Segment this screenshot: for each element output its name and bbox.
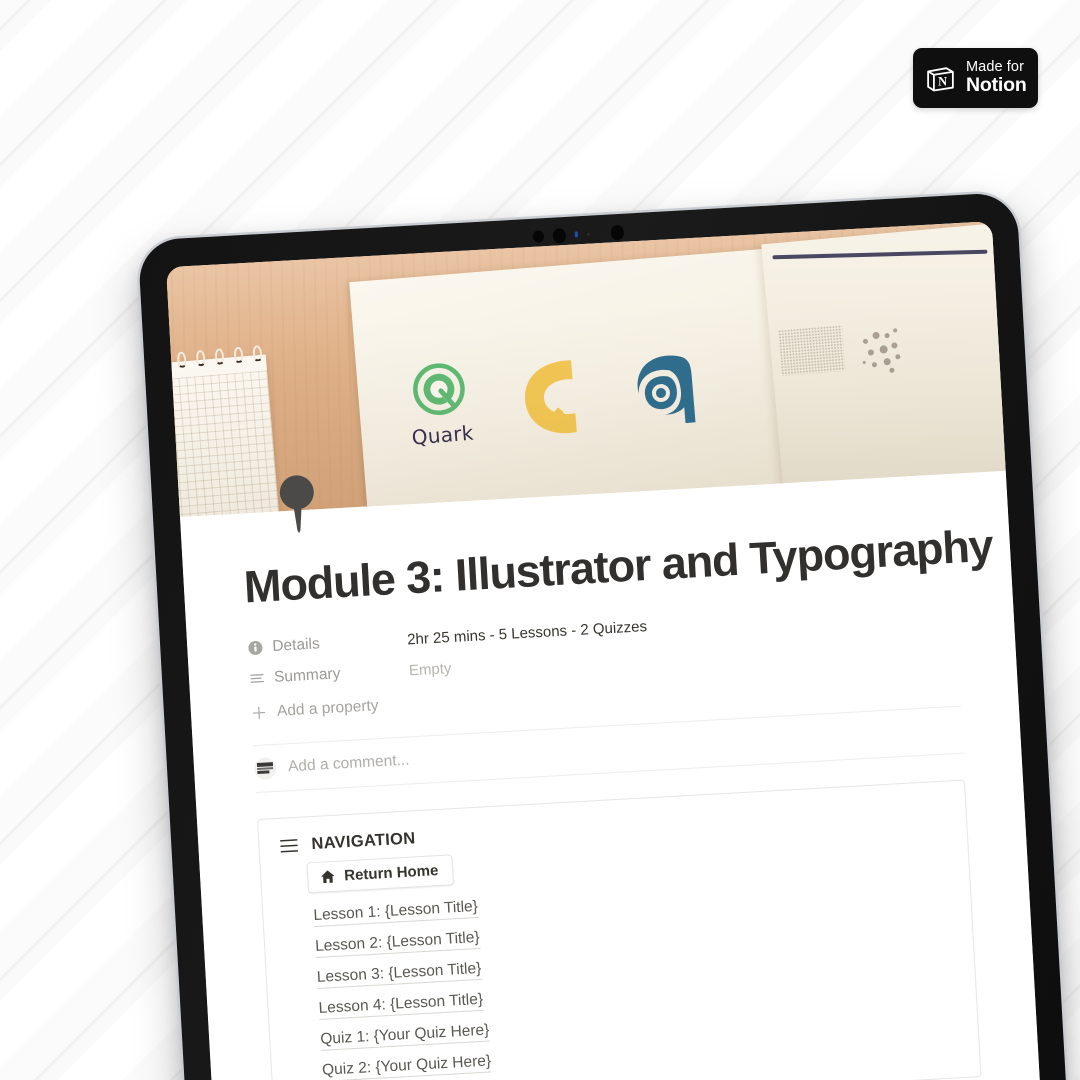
nav-link-lesson-3[interactable]: Lesson 3: {Lesson Title} — [316, 959, 482, 989]
property-value-summary[interactable]: Empty — [408, 660, 451, 679]
tablet-screen: Quark Module 3: Illustrator and Typograp… — [166, 221, 1047, 1080]
notepad-grid — [166, 370, 280, 517]
nav-link-lesson-4[interactable]: Lesson 4: {Lesson Title} — [318, 990, 484, 1020]
made-for-notion-badge: N Made for Notion — [913, 48, 1038, 108]
cover-notepad — [166, 354, 280, 517]
badge-line-1: Made for — [966, 59, 1025, 76]
return-home-button[interactable]: Return Home — [306, 853, 455, 894]
nav-link-quiz-1[interactable]: Quiz 1: {Your Quiz Here} — [319, 1021, 490, 1051]
page-content: Module 3: Illustrator and Typography Det… — [180, 471, 1046, 1080]
badge-text: Made for Notion — [966, 59, 1027, 97]
text-lines-icon — [250, 674, 264, 684]
home-icon — [321, 870, 335, 883]
property-key-summary[interactable]: Summary — [249, 662, 410, 689]
a-logo-icon — [637, 355, 696, 424]
property-key-details[interactable]: Details — [247, 631, 408, 658]
page-title[interactable]: Module 3: Illustrator and Typography — [243, 520, 994, 613]
add-property-label: Add a property — [276, 697, 380, 720]
svg-text:N: N — [938, 74, 947, 88]
navigation-links: Lesson 1: {Lesson Title} Lesson 2: {Less… — [312, 871, 959, 1080]
tablet-device: Quark Module 3: Illustrator and Typograp… — [137, 191, 1072, 1080]
nav-link-lesson-1[interactable]: Lesson 1: {Lesson Title} — [312, 897, 479, 927]
hamburger-menu-icon[interactable] — [279, 838, 299, 854]
page-properties: Details 2hr 25 mins - 5 Lessons - 2 Quiz… — [247, 594, 960, 729]
c-logo-icon — [525, 360, 577, 434]
quark-wordmark: Quark — [410, 420, 475, 450]
avatar-image-icon — [256, 762, 274, 775]
front-camera-icon — [551, 227, 566, 244]
indicator-light-icon — [574, 231, 578, 238]
info-circle-icon — [248, 641, 263, 656]
pushpin-icon[interactable] — [276, 473, 319, 535]
screenshot-canvas: N Made for Notion Quark Module 3: Illust… — [0, 0, 1080, 1080]
avatar — [253, 756, 277, 780]
quark-logo: Quark — [406, 358, 475, 450]
notion-page-body: Module 3: Illustrator and Typography Det… — [179, 470, 1046, 1080]
plus-icon — [252, 706, 266, 720]
nav-link-quiz-2[interactable]: Quiz 2: {Your Quiz Here} — [321, 1052, 492, 1080]
quark-mark-icon — [413, 363, 465, 416]
navigation-title: NAVIGATION — [310, 828, 416, 853]
navigation-card: NAVIGATION Return Home Lesson 1: {Lesson… — [256, 779, 982, 1080]
depth-sensor-icon — [609, 224, 624, 240]
notion-logo-icon: N — [927, 66, 954, 91]
ambient-sensor-icon — [586, 232, 590, 236]
cover-dot-cluster — [860, 326, 908, 377]
nav-link-lesson-2[interactable]: Lesson 2: {Lesson Title} — [314, 928, 481, 958]
badge-line-2: Notion — [966, 74, 1027, 97]
property-label-summary: Summary — [273, 665, 341, 687]
cover-halftone-grid — [777, 324, 846, 376]
sensor-dot — [532, 230, 544, 243]
property-label-details: Details — [271, 635, 321, 656]
navigation-header: NAVIGATION — [279, 799, 946, 855]
return-home-label: Return Home — [343, 861, 439, 884]
page-cover-image[interactable]: Quark — [166, 221, 1006, 517]
comment-placeholder[interactable]: Add a comment... — [288, 751, 410, 776]
tablet-bezel: Quark Module 3: Illustrator and Typograp… — [137, 191, 1072, 1080]
